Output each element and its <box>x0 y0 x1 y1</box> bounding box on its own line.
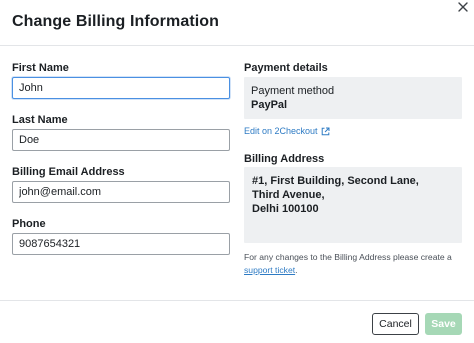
first-name-label: First Name <box>12 62 69 74</box>
dialog-title: Change Billing Information <box>12 13 220 30</box>
close-icon[interactable] <box>457 1 469 13</box>
cancel-button[interactable]: Cancel <box>372 313 419 335</box>
email-field[interactable] <box>12 181 230 203</box>
payment-details-label: Payment details <box>244 62 328 74</box>
save-button[interactable]: Save <box>425 313 462 335</box>
dialog-header: Change Billing Information <box>0 0 474 46</box>
billing-address-text: #1, First Building, Second Lane, Third A… <box>252 174 419 216</box>
phone-field[interactable] <box>12 233 230 255</box>
address-line: Third Avenue, <box>252 189 325 201</box>
dialog-footer: Cancel Save <box>0 300 474 343</box>
payment-method-label: Payment method <box>251 85 335 97</box>
edit-on-2checkout-link[interactable]: Edit on 2Checkout <box>244 126 330 136</box>
note-suffix: . <box>295 265 298 275</box>
billing-address-label: Billing Address <box>244 153 325 165</box>
phone-label: Phone <box>12 218 46 230</box>
payment-method-box: Payment method PayPal <box>244 77 462 119</box>
external-link-icon <box>321 127 330 136</box>
billing-address-box: #1, First Building, Second Lane, Third A… <box>244 167 462 243</box>
last-name-label: Last Name <box>12 114 68 126</box>
last-name-field[interactable] <box>12 129 230 151</box>
payment-method-value: PayPal <box>251 99 288 111</box>
email-label: Billing Email Address <box>12 166 125 178</box>
support-ticket-link[interactable]: support ticket <box>244 265 295 275</box>
edit-link-label: Edit on 2Checkout <box>244 126 318 136</box>
note-text: For any changes to the Billing Address p… <box>244 252 452 262</box>
first-name-field[interactable] <box>12 77 230 99</box>
address-line: #1, First Building, Second Lane, <box>252 175 419 187</box>
address-line: Delhi 100100 <box>252 203 319 215</box>
billing-address-note: For any changes to the Billing Address p… <box>244 251 466 277</box>
